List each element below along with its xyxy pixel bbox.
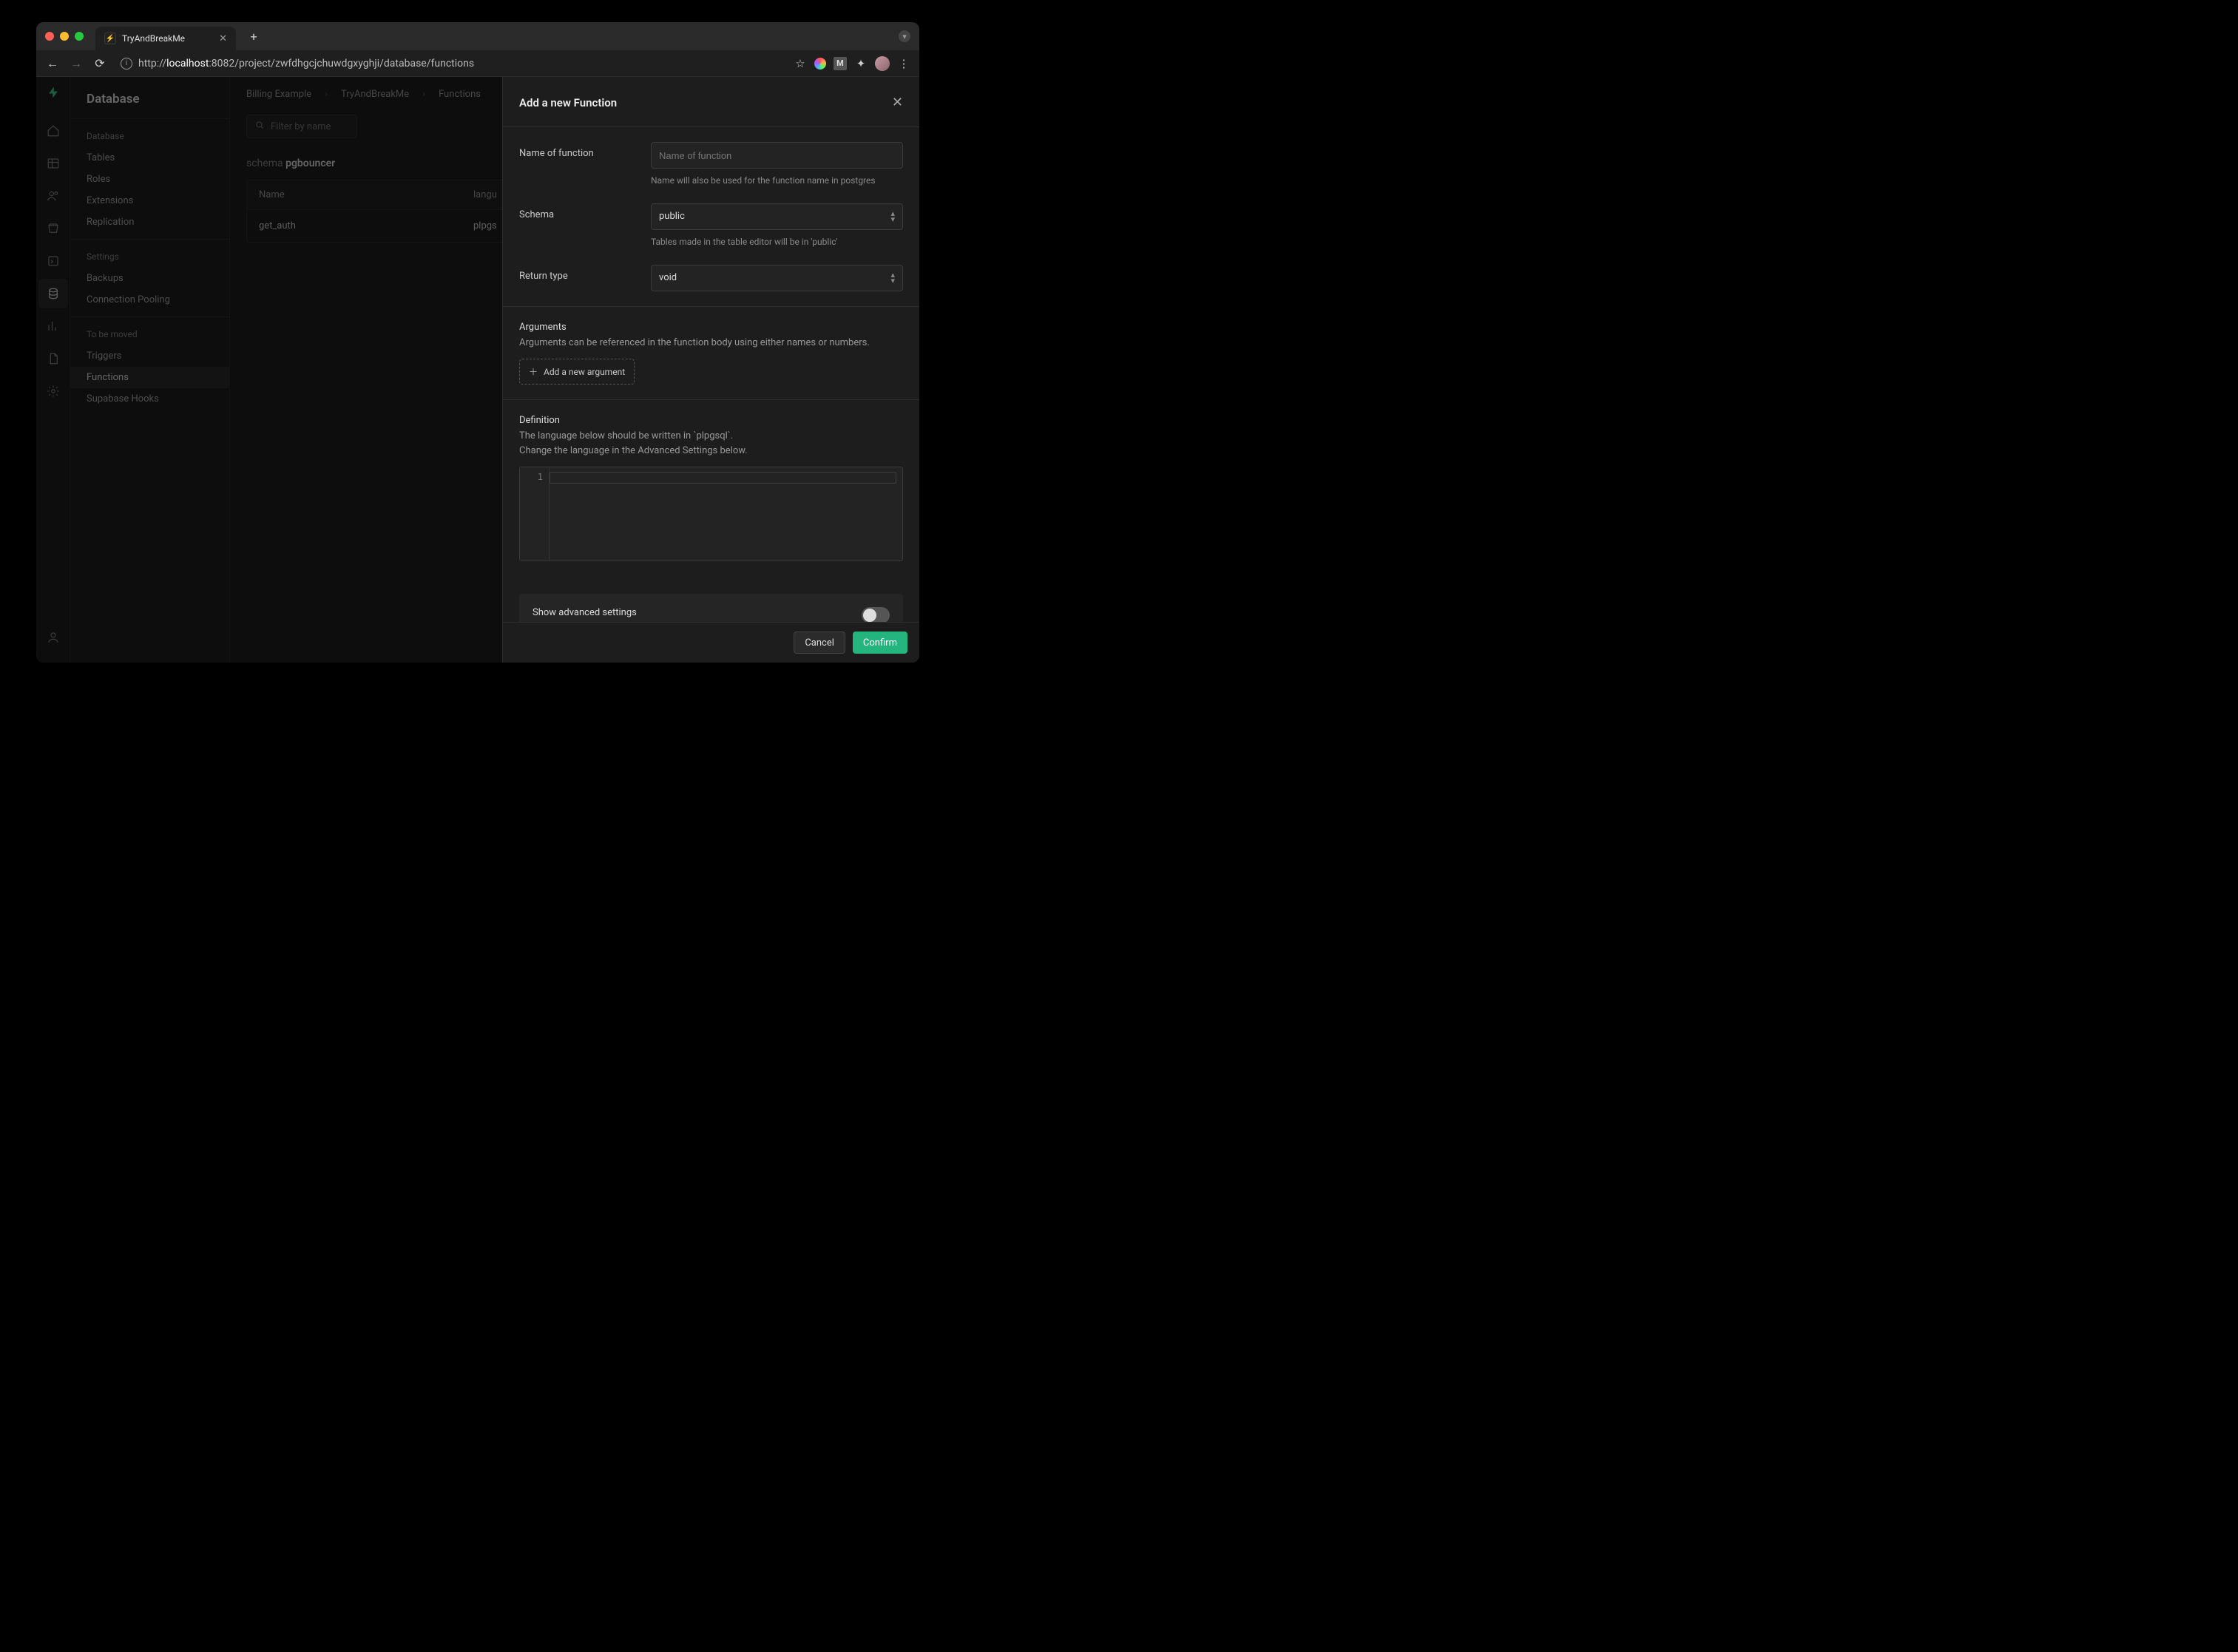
window-controls [45,32,84,41]
sidebar-item-extensions[interactable]: Extensions [70,190,229,211]
panel-body: Name of function Name will also be used … [503,127,919,622]
rail-reports-icon[interactable] [38,311,68,341]
chevron-right-icon: › [325,89,328,100]
rail-home-icon[interactable] [38,116,68,146]
sidebar-item-supabase-hooks[interactable]: Supabase Hooks [70,388,229,410]
nav-rail [36,77,70,663]
name-hint: Name will also be used for the function … [651,175,903,187]
bolt-icon: ⚡ [104,33,116,44]
cancel-button[interactable]: Cancel [794,632,845,654]
advanced-settings-label: Show advanced settings [533,607,637,618]
table-cell-name: get_auth [247,210,462,242]
rail-docs-icon[interactable] [38,344,68,373]
profile-avatar[interactable] [875,56,890,71]
chevron-right-icon: › [422,89,425,100]
rail-sql-icon[interactable] [38,246,68,276]
schema-hint: Tables made in the table editor will be … [651,236,903,248]
return-type-value: void [659,272,677,283]
side-panel: Add a new Function ✕ Name of function Na… [502,77,919,663]
rail-storage-icon[interactable] [38,214,68,243]
sidebar-item-replication[interactable]: Replication [70,211,229,233]
tabs-dropdown-button[interactable]: ▾ [899,30,910,42]
advanced-settings-toggle[interactable] [862,607,890,622]
star-icon[interactable]: ☆ [794,57,807,70]
rail-settings-icon[interactable] [38,376,68,406]
confirm-button[interactable]: Confirm [853,632,907,654]
minimize-window-button[interactable] [60,32,69,41]
rail-table-icon[interactable] [38,149,68,178]
back-button[interactable]: ← [42,53,63,74]
sidebar-item-triggers[interactable]: Triggers [70,345,229,367]
editor-code-area[interactable] [550,467,902,561]
sidebar-item-tables[interactable]: Tables [70,147,229,169]
new-tab-button[interactable]: + [245,30,263,44]
definition-label: Definition [519,415,903,426]
rail-auth-icon[interactable] [38,181,68,211]
search-icon [254,120,265,133]
sidebar-section-to-be-moved: To be moved [70,323,229,345]
filter-placeholder: Filter by name [271,121,331,132]
tab-bar: ⚡ TryAndBreakMe ✕ + ▾ [36,22,919,50]
editor-gutter: 1 [520,467,550,561]
panel-footer: Cancel Confirm [503,622,919,663]
table-head-name: Name [247,180,462,209]
sidebar-item-roles[interactable]: Roles [70,169,229,190]
sidebar-item-backups[interactable]: Backups [70,268,229,289]
info-icon: i [121,58,132,70]
arguments-desc: Arguments can be referenced in the funct… [519,336,903,351]
url-bar: ← → ⟳ i http://localhost:8082/project/zw… [36,50,919,77]
code-editor[interactable]: 1 [519,467,903,561]
advanced-settings-box: Show advanced settings [519,594,903,622]
add-argument-button[interactable]: ＋ Add a new argument [519,359,635,385]
sidebar-item-connection-pooling[interactable]: Connection Pooling [70,289,229,311]
extension-rainbow-icon[interactable] [814,58,826,70]
address-bar[interactable]: i http://localhost:8082/project/zwfdhgcj… [113,53,791,74]
name-label: Name of function [519,142,636,159]
maximize-window-button[interactable] [75,32,84,41]
extension-m-icon[interactable]: M [834,57,847,70]
sidebar-item-functions[interactable]: Functions [70,367,229,388]
return-type-select[interactable]: void ▴▾ [651,265,903,291]
return-type-label: Return type [519,265,636,282]
plus-icon: ＋ [529,365,538,378]
forward-button[interactable]: → [66,53,87,74]
sidebar: Database Database Tables Roles Extension… [70,77,230,663]
chevron-updown-icon: ▴▾ [890,211,895,223]
toggle-knob [863,609,876,622]
name-input[interactable] [651,142,903,169]
url-text: http://localhost:8082/project/zwfdhgcjch… [138,58,474,70]
extensions-icon[interactable]: ✦ [854,57,868,70]
browser-window: ⚡ TryAndBreakMe ✕ + ▾ ← → ⟳ i http://loc… [36,22,919,663]
definition-desc: The language below should be written in … [519,429,903,458]
breadcrumb-project[interactable]: TryAndBreakMe [341,89,409,100]
supabase-logo-icon[interactable] [47,86,60,103]
reload-button[interactable]: ⟳ [89,53,110,74]
breadcrumb-org[interactable]: Billing Example [246,89,311,100]
arguments-label: Arguments [519,322,903,333]
schema-value: public [659,211,685,222]
rail-database-icon[interactable] [38,279,68,308]
browser-tab[interactable]: ⚡ TryAndBreakMe ✕ [95,27,236,50]
kebab-menu-icon[interactable]: ⋮ [897,57,910,70]
rail-user-icon[interactable] [38,623,68,652]
close-panel-button[interactable]: ✕ [892,95,903,110]
filter-input[interactable]: Filter by name [246,115,357,138]
breadcrumb-page: Functions [439,89,481,100]
close-window-button[interactable] [45,32,54,41]
schema-select[interactable]: public ▴▾ [651,203,903,230]
close-tab-button[interactable]: ✕ [219,33,227,44]
schema-label: Schema [519,203,636,220]
editor-current-line-highlight [550,472,896,484]
app-content: Database Database Tables Roles Extension… [36,77,919,663]
chevron-updown-icon: ▴▾ [890,272,895,284]
sidebar-title: Database [70,77,229,118]
sidebar-section-settings: Settings [70,246,229,268]
tab-title: TryAndBreakMe [122,33,185,44]
sidebar-section-database: Database [70,125,229,147]
add-argument-label: Add a new argument [544,367,625,377]
panel-title: Add a new Function [519,96,617,109]
